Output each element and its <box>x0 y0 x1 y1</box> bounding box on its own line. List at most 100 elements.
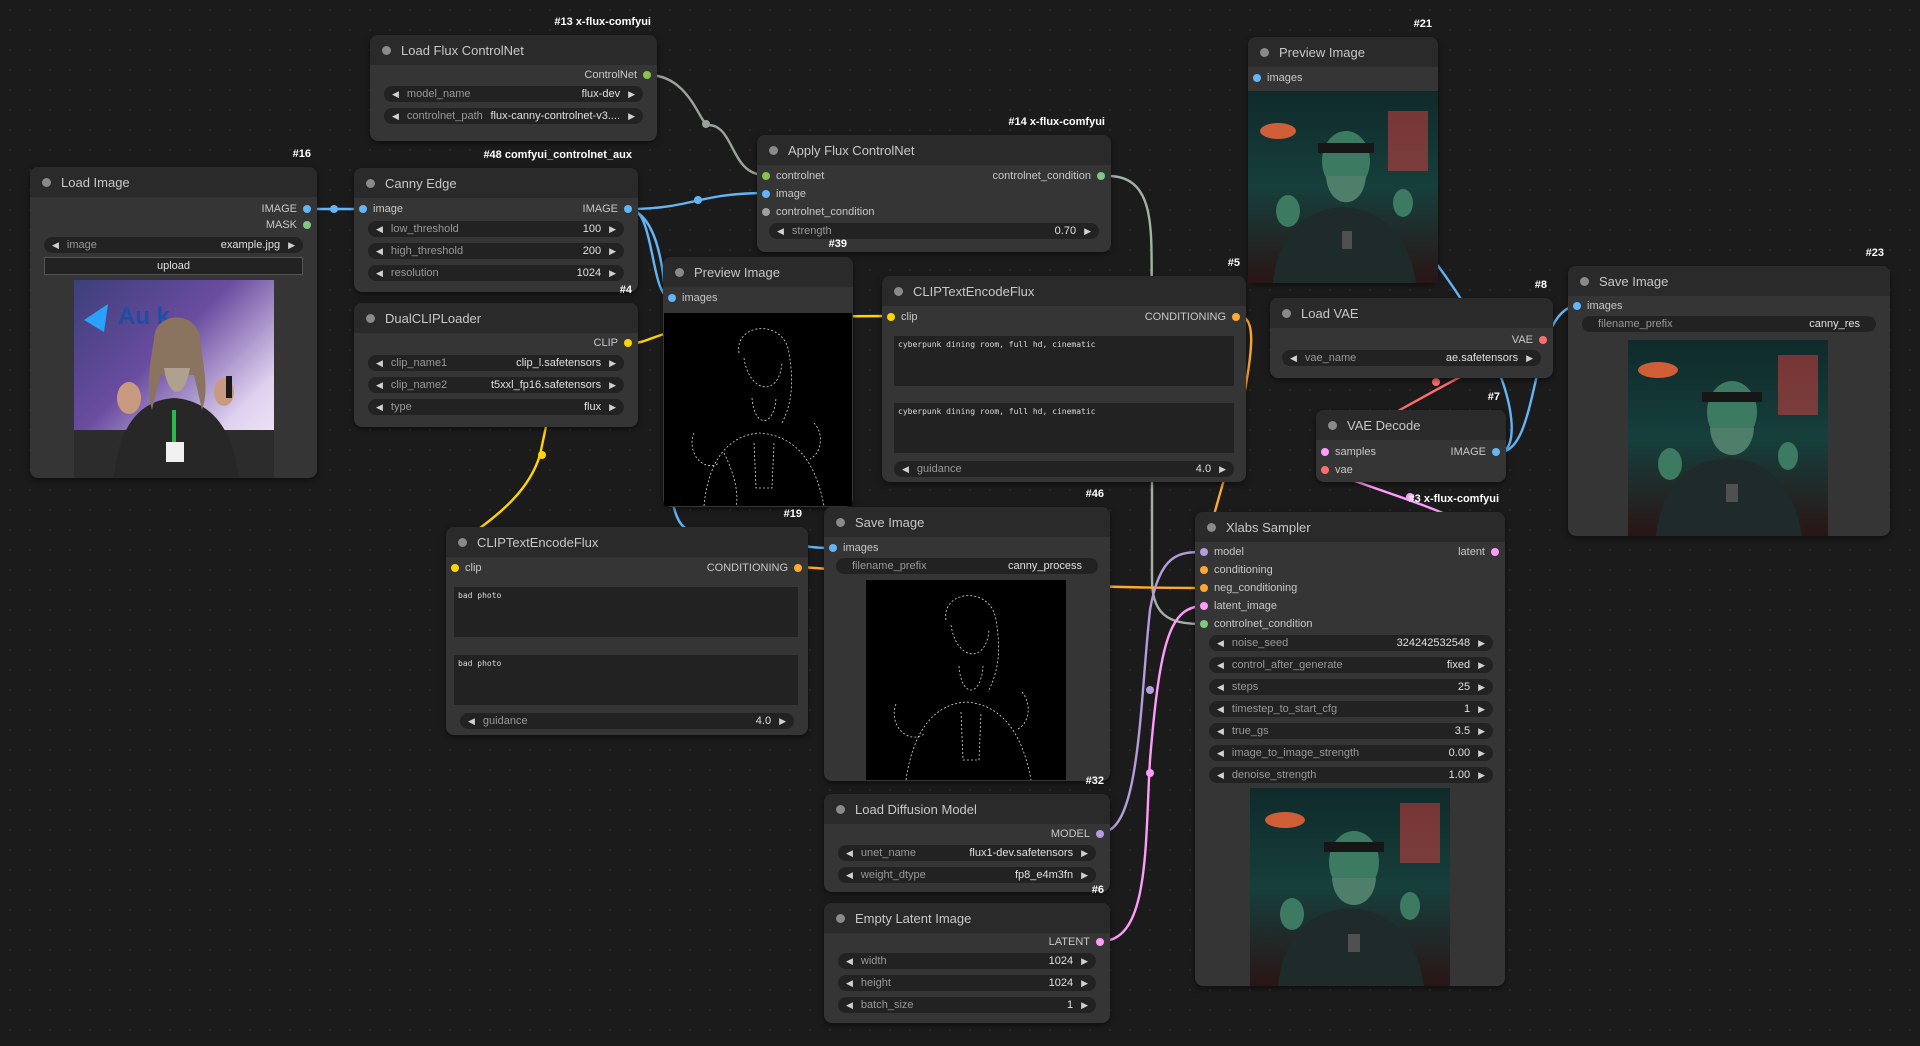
left-arrow-icon[interactable]: ◀ <box>376 380 383 391</box>
input-clip[interactable]: clip <box>451 561 482 575</box>
collapse-dot[interactable] <box>1328 420 1337 430</box>
number-high-threshold[interactable]: ◀ high_threshold 200 ▶ <box>368 243 624 259</box>
combo-vae-name[interactable]: ◀ vae_name ae.safetensors ▶ <box>1282 350 1541 366</box>
prompt-textarea-clip-l[interactable]: bad photo <box>454 587 798 637</box>
right-arrow-icon[interactable]: ▶ <box>1478 638 1485 649</box>
input-neg-conditioning[interactable]: neg_conditioning <box>1200 581 1297 595</box>
node-header[interactable]: Empty Latent Image <box>824 903 1110 933</box>
output-socket[interactable] <box>1539 336 1547 344</box>
node-header[interactable]: Xlabs Sampler <box>1195 512 1505 542</box>
input-latent-image[interactable]: latent_image <box>1200 599 1277 613</box>
output-controlnet[interactable]: ControlNet <box>584 68 651 82</box>
number-denoise-strength[interactable]: ◀ denoise_strength 1.00 ▶ <box>1209 767 1493 783</box>
output-image[interactable]: IMAGE <box>1451 445 1500 459</box>
left-arrow-icon[interactable]: ◀ <box>1217 682 1224 693</box>
right-arrow-icon[interactable]: ▶ <box>609 402 616 413</box>
number-noise-seed[interactable]: ◀ noise_seed 324242532548 ▶ <box>1209 635 1493 651</box>
number-low-threshold[interactable]: ◀ low_threshold 100 ▶ <box>368 221 624 237</box>
number-width[interactable]: ◀ width 1024 ▶ <box>838 953 1096 969</box>
node-header[interactable]: Apply Flux ControlNet <box>757 135 1111 165</box>
number-batch-size[interactable]: ◀ batch_size 1 ▶ <box>838 997 1096 1013</box>
input-socket[interactable] <box>762 190 770 198</box>
collapse-dot[interactable] <box>836 517 845 527</box>
input-images[interactable]: images <box>668 291 717 305</box>
right-arrow-icon[interactable]: ▶ <box>1084 226 1091 237</box>
left-arrow-icon[interactable]: ◀ <box>777 226 784 237</box>
left-arrow-icon[interactable]: ◀ <box>846 978 853 989</box>
prompt-textarea-t5xxl[interactable]: cyberpunk dining room, full hd, cinemati… <box>894 403 1234 453</box>
right-arrow-icon[interactable]: ▶ <box>628 89 635 100</box>
output-model[interactable]: MODEL <box>1051 827 1104 841</box>
number-height[interactable]: ◀ height 1024 ▶ <box>838 975 1096 991</box>
input-socket[interactable] <box>887 313 895 321</box>
input-socket[interactable] <box>1200 584 1208 592</box>
number-true-gs[interactable]: ◀ true_gs 3.5 ▶ <box>1209 723 1493 739</box>
output-socket[interactable] <box>643 71 651 79</box>
collapse-dot[interactable] <box>1282 308 1291 318</box>
output-socket[interactable] <box>1097 172 1105 180</box>
collapse-dot[interactable] <box>458 537 467 547</box>
node-preview-image-canny[interactable]: #39 Preview Image images <box>663 238 853 507</box>
combo-control-after-generate[interactable]: ◀ control_after_generate fixed ▶ <box>1209 657 1493 673</box>
node-apply-flux-controlnet[interactable]: #14 x-flux-comfyui Apply Flux ControlNet… <box>757 116 1111 252</box>
right-arrow-icon[interactable]: ▶ <box>609 224 616 235</box>
left-arrow-icon[interactable]: ◀ <box>468 716 475 727</box>
left-arrow-icon[interactable]: ◀ <box>376 358 383 369</box>
input-conditioning[interactable]: conditioning <box>1200 563 1273 577</box>
input-socket[interactable] <box>829 544 837 552</box>
collapse-dot[interactable] <box>366 313 375 323</box>
output-latent[interactable]: LATENT <box>1049 935 1104 949</box>
right-arrow-icon[interactable]: ▶ <box>1219 464 1226 475</box>
input-images[interactable]: images <box>1253 71 1302 85</box>
left-arrow-icon[interactable]: ◀ <box>846 1000 853 1011</box>
collapse-dot[interactable] <box>836 804 845 814</box>
right-arrow-icon[interactable]: ▶ <box>1478 748 1485 759</box>
left-arrow-icon[interactable]: ◀ <box>1217 770 1224 781</box>
node-header[interactable]: Save Image <box>1568 266 1890 296</box>
node-dual-clip-loader[interactable]: #4 DualCLIPLoader CLIP ◀ clip_name1 clip_l… <box>354 284 638 427</box>
right-arrow-icon[interactable]: ▶ <box>609 268 616 279</box>
output-socket[interactable] <box>303 221 311 229</box>
left-arrow-icon[interactable]: ◀ <box>1217 726 1224 737</box>
node-header[interactable]: Save Image <box>824 507 1110 537</box>
right-arrow-icon[interactable]: ▶ <box>1478 660 1485 671</box>
right-arrow-icon[interactable]: ▶ <box>1526 353 1533 364</box>
left-arrow-icon[interactable]: ◀ <box>376 224 383 235</box>
collapse-dot[interactable] <box>1580 276 1589 286</box>
node-canny-edge[interactable]: #48 comfyui_controlnet_aux Canny Edge im… <box>354 149 638 292</box>
input-socket[interactable] <box>1200 548 1208 556</box>
node-header[interactable]: Load Image <box>30 167 317 197</box>
collapse-dot[interactable] <box>1260 47 1269 57</box>
node-load-vae[interactable]: #8 Load VAE VAE ◀ vae_name ae.safetensors ▶ <box>1270 279 1553 378</box>
combo-controlnet-path[interactable]: ◀ controlnet_path flux-canny-controlnet-v3… <box>384 108 643 124</box>
number-steps[interactable]: ◀ steps 25 ▶ <box>1209 679 1493 695</box>
input-socket[interactable] <box>762 208 770 216</box>
left-arrow-icon[interactable]: ◀ <box>846 956 853 967</box>
input-samples[interactable]: samples <box>1321 445 1376 459</box>
left-arrow-icon[interactable]: ◀ <box>902 464 909 475</box>
node-header[interactable]: Preview Image <box>663 257 853 287</box>
left-arrow-icon[interactable]: ◀ <box>846 848 853 859</box>
node-clip-text-encode-positive[interactable]: #5 CLIPTextEncodeFlux clip CONDITIONING … <box>882 257 1246 482</box>
input-socket[interactable] <box>1200 620 1208 628</box>
input-socket[interactable] <box>451 564 459 572</box>
node-header[interactable]: DualCLIPLoader <box>354 303 638 333</box>
input-model[interactable]: model <box>1200 545 1244 559</box>
left-arrow-icon[interactable]: ◀ <box>1217 748 1224 759</box>
output-socket[interactable] <box>624 339 632 347</box>
right-arrow-icon[interactable]: ▶ <box>1478 704 1485 715</box>
combo-clip-name2[interactable]: ◀ clip_name2 t5xxl_fp16.safetensors ▶ <box>368 377 624 393</box>
node-header[interactable]: CLIPTextEncodeFlux <box>882 276 1246 306</box>
left-arrow-icon[interactable]: ◀ <box>52 240 59 251</box>
output-socket[interactable] <box>1492 448 1500 456</box>
left-arrow-icon[interactable]: ◀ <box>1290 353 1297 364</box>
number-timestep-to-start-cfg[interactable]: ◀ timestep_to_start_cfg 1 ▶ <box>1209 701 1493 717</box>
node-preview-image-result[interactable]: #21 Preview Image images <box>1248 18 1438 283</box>
node-vae-decode[interactable]: #7 VAE Decode samples vae IMAGE <box>1316 391 1506 482</box>
output-socket[interactable] <box>624 205 632 213</box>
right-arrow-icon[interactable]: ▶ <box>609 246 616 257</box>
node-empty-latent-image[interactable]: #6 Empty Latent Image LATENT ◀ width 1024 ▶… <box>824 884 1110 1023</box>
node-header[interactable]: Load Flux ControlNet <box>370 35 657 65</box>
right-arrow-icon[interactable]: ▶ <box>1478 726 1485 737</box>
upload-button[interactable]: upload <box>44 257 303 275</box>
